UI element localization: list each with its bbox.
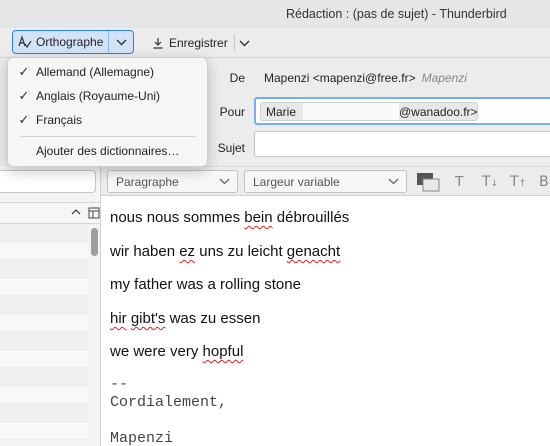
font-size-down-icon[interactable]: T↓	[482, 174, 498, 190]
spellcheck-icon	[18, 35, 32, 49]
misspelled-word: ez	[179, 243, 196, 260]
toolbar-divider	[234, 35, 235, 51]
chevron-down-icon	[219, 178, 230, 185]
subject-input[interactable]	[254, 131, 550, 157]
checkmark-icon: ✓	[18, 88, 30, 104]
body-line: we were very hopful	[110, 343, 244, 360]
body-line: wir haben ez uns zu leicht genacht	[110, 243, 341, 260]
list-item[interactable]	[0, 386, 88, 404]
download-icon	[153, 38, 163, 49]
body-line: nous nous sommes bein débrouillés	[110, 209, 350, 226]
menu-divider	[20, 136, 196, 137]
paragraph-format-value: Paragraphe	[116, 174, 179, 189]
menu-item-label: Français	[36, 113, 83, 127]
misspelled-word: hopful	[202, 343, 244, 360]
format-toolbar: Paragraphe Largeur variable ꓔ T↓ T↑ B	[101, 166, 550, 196]
redacted-block	[303, 103, 399, 120]
list-item[interactable]	[0, 278, 88, 296]
message-body[interactable]: nous nous sommes bein débrouillés wir ha…	[101, 196, 550, 446]
misspelled-word: bein	[244, 209, 273, 226]
list-item[interactable]	[0, 350, 88, 368]
signature-greeting: Cordialement,	[110, 394, 228, 411]
misspelled-word: gibt's	[130, 310, 166, 327]
body-line: my father was a rolling stone	[110, 276, 301, 293]
menu-item-label: Allemand (Allemagne)	[36, 65, 155, 79]
list-item[interactable]	[0, 404, 88, 422]
body-line: hir gibt's was zu essen	[110, 310, 261, 327]
font-size-up-icon[interactable]: T↑	[510, 174, 526, 190]
chevron-down-icon	[388, 178, 399, 185]
checkmark-icon: ✓	[18, 112, 30, 128]
from-field[interactable]: Mapenzi <mapenzi@free.fr> Mapenzi	[264, 71, 467, 85]
sort-ascending-icon[interactable]	[70, 206, 82, 218]
spelling-button[interactable]: Orthographe	[12, 30, 134, 54]
misspelled-word: genacht	[286, 243, 341, 260]
misspelled-word: hir	[110, 310, 127, 327]
menu-item-language[interactable]: ✓ Allemand (Allemagne)	[8, 61, 207, 83]
font-value: Largeur variable	[253, 174, 340, 189]
recipient-pill[interactable]: Marie @wanadoo.fr>	[260, 102, 478, 121]
contacts-list	[0, 224, 88, 440]
spelling-label: Orthographe	[36, 35, 104, 49]
list-item[interactable]	[0, 422, 88, 440]
contacts-column-header	[0, 202, 100, 224]
text-color-icon[interactable]	[413, 171, 443, 193]
list-item[interactable]	[0, 224, 88, 242]
chevron-down-icon	[116, 39, 127, 45]
checkmark-icon: ✓	[18, 64, 30, 80]
list-item[interactable]	[0, 260, 88, 278]
window-title: Rédaction : (pas de sujet) - Thunderbird	[286, 7, 507, 21]
contacts-sidebar	[0, 166, 101, 446]
spelling-language-menu: ✓ Allemand (Allemagne) ✓ Anglais (Royaum…	[7, 57, 208, 167]
font-select[interactable]: Largeur variable	[244, 170, 407, 193]
contacts-search-input[interactable]	[0, 170, 96, 193]
spelling-dropdown-arrow[interactable]	[109, 31, 133, 53]
from-address: Mapenzi <mapenzi@free.fr>	[264, 71, 416, 85]
title-bar: Rédaction : (pas de sujet) - Thunderbird	[0, 0, 550, 28]
scrollbar-thumb[interactable]	[91, 228, 98, 256]
add-dictionaries-menu-item[interactable]: Ajouter des dictionnaires…	[36, 144, 179, 158]
spelling-main-button[interactable]: Orthographe	[13, 31, 110, 53]
menu-item-language[interactable]: ✓ Anglais (Royaume-Uni)	[8, 85, 207, 107]
compose-toolbar: Orthographe Enregistrer	[0, 28, 550, 58]
list-item[interactable]	[0, 296, 88, 314]
to-field[interactable]: Marie @wanadoo.fr>	[254, 97, 550, 125]
save-label: Enregistrer	[169, 36, 228, 50]
decrease-font-size-icon[interactable]: ꓔ	[455, 174, 464, 190]
list-item[interactable]	[0, 368, 88, 386]
menu-item-language[interactable]: ✓ Français	[8, 109, 207, 131]
signature-separator: --	[110, 376, 129, 393]
from-identity: Mapenzi	[421, 71, 467, 85]
recipient-domain: @wanadoo.fr>	[399, 105, 478, 119]
list-item[interactable]	[0, 242, 88, 260]
column-picker-icon[interactable]	[88, 207, 100, 219]
list-item[interactable]	[0, 332, 88, 350]
contacts-scrollbar[interactable]	[89, 224, 100, 446]
bold-icon[interactable]: B	[539, 174, 549, 190]
save-button[interactable]: Enregistrer	[152, 32, 228, 54]
paragraph-format-select[interactable]: Paragraphe	[107, 170, 238, 193]
list-item[interactable]	[0, 314, 88, 332]
chevron-down-icon	[239, 40, 250, 46]
signature-name: Mapenzi	[110, 430, 174, 446]
save-dropdown-arrow[interactable]	[239, 34, 253, 52]
menu-item-label: Anglais (Royaume-Uni)	[36, 89, 161, 103]
recipient-name: Marie	[266, 104, 297, 119]
